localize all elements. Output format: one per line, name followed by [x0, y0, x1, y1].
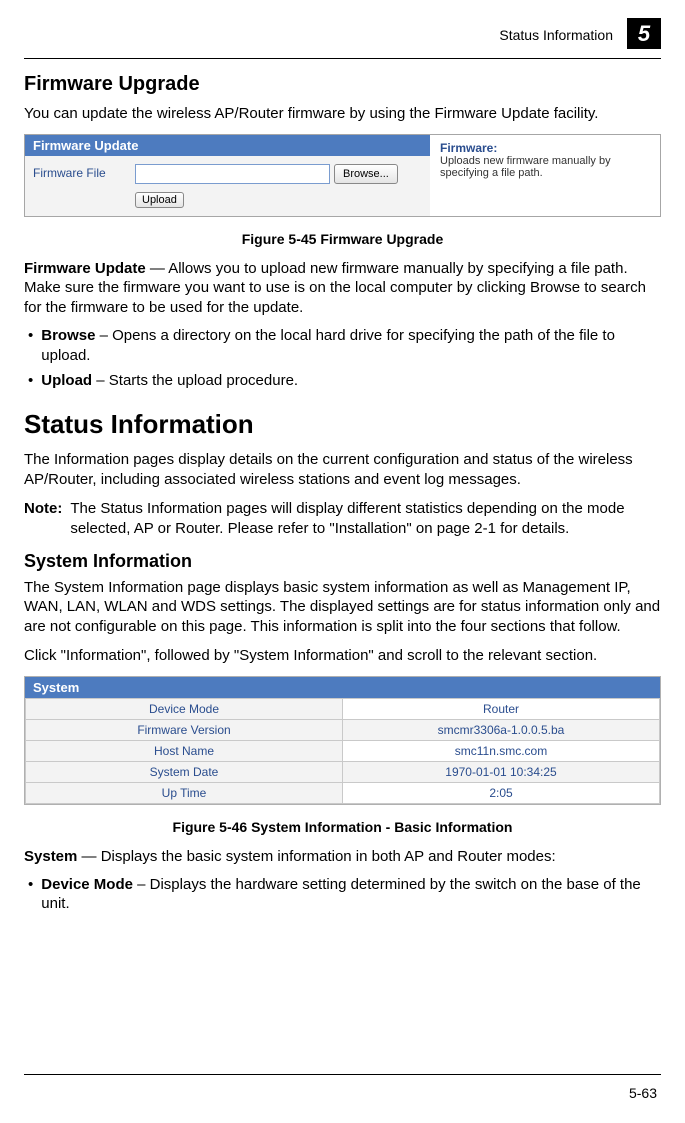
- system-information-p2: Click "Information", followed by "System…: [24, 646, 661, 666]
- cell-key: Device Mode: [26, 698, 343, 719]
- firmware-bullets: • Browse – Opens a directory on the loca…: [24, 326, 661, 391]
- firmware-update-lead: Firmware Update: [24, 260, 146, 277]
- header-rule: [24, 58, 661, 59]
- system-table-panel: System Device ModeRouter Firmware Versio…: [24, 676, 661, 805]
- bullet-strong: Browse: [41, 327, 95, 344]
- system-table: Device ModeRouter Firmware Versionsmcmr3…: [25, 698, 660, 804]
- system-bullets: • Device Mode – Displays the hardware se…: [24, 875, 661, 915]
- firmware-update-panel: Firmware Update Firmware File Browse... …: [24, 134, 661, 217]
- cell-val: 1970-01-01 10:34:25: [343, 761, 660, 782]
- firmware-intro: You can update the wireless AP/Router fi…: [24, 104, 661, 124]
- bullet-dot: •: [28, 875, 33, 915]
- cell-val: smcmr3306a-1.0.0.5.ba: [343, 719, 660, 740]
- bullet-dot: •: [28, 326, 33, 366]
- bullet-strong: Device Mode: [41, 876, 133, 893]
- cell-key: Firmware Version: [26, 719, 343, 740]
- note-label: Note:: [24, 499, 62, 539]
- table-row: Host Namesmc11n.smc.com: [26, 740, 660, 761]
- cell-val: Router: [343, 698, 660, 719]
- bullet-dot: •: [28, 371, 33, 391]
- footer-rule: [24, 1074, 661, 1075]
- cell-key: Host Name: [26, 740, 343, 761]
- browse-button[interactable]: Browse...: [334, 164, 398, 184]
- system-desc-body: — Displays the basic system information …: [77, 848, 555, 865]
- note-block: Note: The Status Information pages will …: [24, 499, 661, 539]
- table-row: Device ModeRouter: [26, 698, 660, 719]
- page-header: Status Information 5: [24, 0, 661, 52]
- bullet-strong: Upload: [41, 372, 92, 389]
- list-item: • Device Mode – Displays the hardware se…: [28, 875, 661, 915]
- firmware-update-desc: Firmware Update — Allows you to upload n…: [24, 259, 661, 318]
- system-desc-lead: System: [24, 848, 77, 865]
- list-item: • Upload – Starts the upload procedure.: [28, 371, 661, 391]
- file-row: Browse...: [135, 164, 398, 184]
- table-row: System Date1970-01-01 10:34:25: [26, 761, 660, 782]
- cell-key: System Date: [26, 761, 343, 782]
- firmware-panel-body: Firmware File Browse... Upload: [25, 156, 430, 216]
- header-label: Status Information: [499, 27, 613, 43]
- note-text: The Status Information pages will displa…: [70, 499, 661, 539]
- figure-5-45-caption: Figure 5-45 Firmware Upgrade: [24, 231, 661, 247]
- cell-val: 2:05: [343, 782, 660, 803]
- status-information-intro: The Information pages display details on…: [24, 450, 661, 489]
- chapter-number-box: 5: [627, 18, 661, 52]
- firmware-file-input[interactable]: [135, 164, 330, 184]
- bullet-text: Device Mode – Displays the hardware sett…: [41, 875, 661, 915]
- bullet-rest: – Starts the upload procedure.: [92, 372, 298, 389]
- bullet-text: Browse – Opens a directory on the local …: [41, 326, 661, 366]
- system-desc: System — Displays the basic system infor…: [24, 847, 661, 867]
- system-information-heading: System Information: [24, 551, 661, 572]
- system-information-p1: The System Information page displays bas…: [24, 578, 661, 637]
- table-row: Up Time2:05: [26, 782, 660, 803]
- upload-button[interactable]: Upload: [135, 192, 184, 208]
- firmware-panel-title: Firmware Update: [25, 135, 430, 156]
- firmware-file-label: Firmware File: [33, 164, 123, 180]
- figure-5-46-caption: Figure 5-46 System Information - Basic I…: [24, 819, 661, 835]
- firmware-right-label: Firmware:: [440, 141, 650, 155]
- system-table-title: System: [25, 677, 660, 698]
- chapter-number: 5: [638, 21, 650, 47]
- firmware-controls: Browse... Upload: [135, 164, 398, 208]
- table-row: Firmware Versionsmcmr3306a-1.0.0.5.ba: [26, 719, 660, 740]
- firmware-upgrade-heading: Firmware Upgrade: [24, 73, 661, 96]
- cell-key: Up Time: [26, 782, 343, 803]
- status-information-heading: Status Information: [24, 409, 661, 440]
- firmware-panel-right: Firmware: Uploads new firmware manually …: [430, 135, 660, 216]
- firmware-right-text: Uploads new firmware manually by specify…: [440, 155, 611, 179]
- list-item: • Browse – Opens a directory on the loca…: [28, 326, 661, 366]
- page-number: 5-63: [629, 1085, 657, 1101]
- firmware-panel-left: Firmware Update Firmware File Browse... …: [25, 135, 430, 216]
- bullet-rest: – Opens a directory on the local hard dr…: [41, 327, 615, 364]
- cell-val: smc11n.smc.com: [343, 740, 660, 761]
- bullet-text: Upload – Starts the upload procedure.: [41, 371, 298, 391]
